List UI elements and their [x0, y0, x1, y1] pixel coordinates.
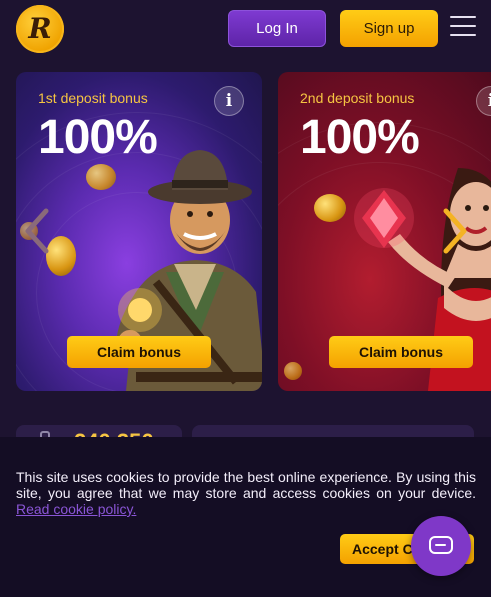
card-bonus-value: 100%	[38, 111, 158, 164]
chat-icon	[429, 536, 453, 554]
cookie-policy-link[interactable]: Read cookie policy.	[16, 501, 136, 517]
card-bonus-value: 100%	[300, 111, 420, 164]
chevron-right-icon[interactable]	[440, 207, 470, 255]
card-subtitle: 1st deposit bonus	[38, 90, 148, 106]
coin-decoration	[284, 362, 302, 380]
info-icon[interactable]: i	[214, 86, 244, 116]
card-subtitle: 2nd deposit bonus	[300, 90, 415, 106]
coin-decoration	[314, 194, 346, 222]
login-button[interactable]: Log In	[228, 10, 326, 47]
cookie-text-block: This site uses cookies to provide the be…	[16, 469, 476, 517]
cookie-banner: This site uses cookies to provide the be…	[0, 437, 491, 597]
cookie-message: This site uses cookies to provide the be…	[16, 469, 476, 501]
hamburger-menu-icon[interactable]	[450, 16, 476, 38]
logo-letter: R	[28, 12, 52, 45]
claim-bonus-button[interactable]: Claim bonus	[329, 336, 473, 368]
header: R Log In Sign up	[0, 0, 491, 62]
chevron-left-icon[interactable]	[22, 207, 52, 255]
chat-button[interactable]	[411, 516, 471, 576]
claim-bonus-button[interactable]: Claim bonus	[67, 336, 211, 368]
bonus-card-1: 1st deposit bonus 100% i Claim bonus	[16, 72, 262, 391]
signup-button[interactable]: Sign up	[340, 10, 438, 47]
info-icon[interactable]: i	[476, 86, 491, 116]
coin-decoration	[86, 164, 116, 190]
brand-logo[interactable]: R	[16, 5, 64, 53]
